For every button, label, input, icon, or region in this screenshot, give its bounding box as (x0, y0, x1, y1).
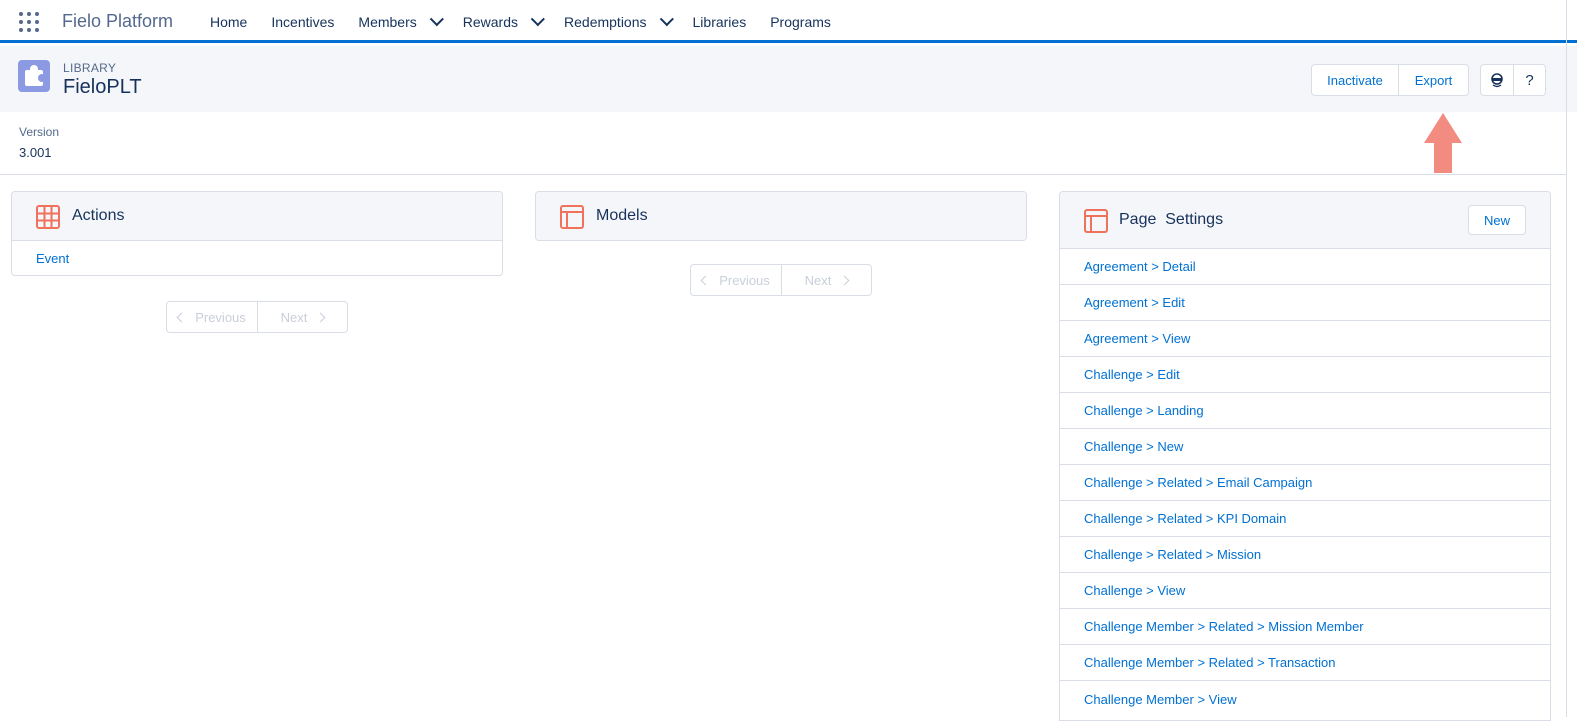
layout-icon (560, 205, 584, 229)
nav-item-incentives[interactable]: Incentives (271, 0, 334, 43)
list-item-label[interactable]: Challenge > Related > KPI Domain (1084, 511, 1286, 526)
nav-item-label: Incentives (271, 13, 335, 30)
list-item[interactable]: Agreement > Detail (1060, 249, 1550, 285)
page-settings-card: Page Settings New Agreement > Detail Agr… (1059, 191, 1551, 721)
previous-button[interactable]: Previous (167, 302, 257, 332)
layout-icon (1084, 209, 1108, 233)
list-item-label[interactable]: Agreement > View (1084, 331, 1190, 346)
nav-item-label: Home (210, 13, 248, 30)
chevron-left-icon (176, 312, 187, 322)
nav-item-label: Members (358, 13, 417, 30)
nav-item-label: Rewards (462, 13, 519, 30)
list-item-label[interactable]: Challenge > Edit (1084, 367, 1180, 382)
grid-icon (36, 205, 60, 229)
nav-item-home[interactable]: Home (210, 0, 247, 43)
record-title: FieloPLT (63, 76, 142, 98)
actions-card: Actions Event (11, 191, 503, 276)
card-title: Models (596, 207, 648, 224)
nav-item-libraries[interactable]: Libraries (693, 0, 747, 43)
list-item-label[interactable]: Challenge Member > Related > Transaction (1084, 655, 1335, 670)
list-item-label[interactable]: Challenge > New (1084, 439, 1183, 454)
object-type-label: LIBRARY (63, 61, 117, 75)
new-button[interactable]: New (1468, 205, 1526, 235)
nav-item-label: Programs (770, 13, 831, 30)
chevron-right-icon (315, 312, 326, 322)
puzzle-icon (18, 60, 50, 92)
page-settings-list: Agreement > Detail Agreement > Edit Agre… (1060, 249, 1550, 717)
header-icon-buttons: ? (1480, 64, 1546, 96)
list-item-label[interactable]: Challenge > View (1084, 583, 1185, 598)
list-item[interactable]: Challenge > Edit (1060, 357, 1550, 393)
list-item[interactable]: Challenge > Related > Email Campaign (1060, 465, 1550, 501)
nav-item-programs[interactable]: Programs (770, 0, 831, 43)
top-navigation: Fielo Platform Home Incentives Members R… (0, 0, 1577, 43)
list-item-label[interactable]: Challenge > Related > Email Campaign (1084, 475, 1312, 490)
next-button[interactable]: Next (257, 302, 347, 332)
list-item-label[interactable]: Event (36, 251, 69, 266)
nav-item-members[interactable]: Members (358, 0, 444, 43)
models-pager: Previous Next (690, 264, 872, 296)
export-button[interactable]: Export (1399, 65, 1468, 95)
record-header: LIBRARY FieloPLT Inactivate Export ? (0, 46, 1577, 112)
list-item[interactable]: Challenge Member > Related > Transaction (1060, 645, 1550, 681)
page-right-border (1566, 0, 1567, 717)
list-item-label[interactable]: Agreement > Edit (1084, 295, 1185, 310)
previous-label: Previous (719, 272, 770, 288)
previous-button[interactable]: Previous (691, 265, 781, 295)
actions-pager: Previous Next (166, 301, 348, 333)
list-item[interactable]: Agreement > Edit (1060, 285, 1550, 321)
header-actions: Inactivate Export (1311, 64, 1469, 96)
list-item-label[interactable]: Challenge > Related > Mission (1084, 547, 1261, 562)
list-item[interactable]: Challenge > View (1060, 573, 1550, 609)
card-title: Page Settings (1119, 211, 1224, 228)
list-item[interactable]: Challenge > Related > Mission (1060, 537, 1550, 573)
list-item-label[interactable]: Challenge > Landing (1084, 403, 1204, 418)
list-item[interactable]: Challenge > New (1060, 429, 1550, 465)
app-launcher-icon[interactable] (19, 12, 39, 32)
card-header: Actions (12, 192, 502, 241)
app-name: Fielo Platform (62, 11, 174, 31)
chevron-left-icon (700, 275, 711, 285)
agent-icon[interactable] (1481, 65, 1513, 95)
list-item[interactable]: Event (12, 241, 502, 275)
chevron-down-icon[interactable] (530, 11, 545, 26)
previous-label: Previous (195, 309, 246, 325)
chevron-down-icon[interactable] (659, 11, 674, 26)
list-item-label[interactable]: Agreement > Detail (1084, 259, 1196, 274)
nav-item-label: Redemptions (564, 13, 647, 30)
card-title: Actions (72, 207, 125, 224)
list-item[interactable]: Challenge > Landing (1060, 393, 1550, 429)
next-label: Next (804, 272, 832, 288)
card-header: Page Settings New (1060, 192, 1550, 249)
card-header: Models (536, 192, 1026, 240)
list-item-label[interactable]: Challenge Member > View (1084, 692, 1237, 707)
list-item[interactable]: Challenge Member > View (1060, 681, 1550, 717)
models-card: Models (535, 191, 1027, 241)
list-item-label[interactable]: Challenge Member > Related > Mission Mem… (1084, 619, 1364, 634)
version-label: Version (19, 125, 60, 139)
nav-items: Home Incentives Members Rewards Redempti… (210, 0, 855, 43)
next-label: Next (280, 309, 308, 325)
nav-item-redemptions[interactable]: Redemptions (564, 0, 674, 43)
list-item[interactable]: Challenge > Related > KPI Domain (1060, 501, 1550, 537)
list-item[interactable]: Challenge Member > Related > Mission Mem… (1060, 609, 1550, 645)
nav-item-label: Libraries (692, 13, 747, 30)
chevron-right-icon (839, 275, 850, 285)
next-button[interactable]: Next (781, 265, 871, 295)
chevron-down-icon[interactable] (429, 11, 444, 26)
help-button[interactable]: ? (1513, 65, 1545, 95)
inactivate-button[interactable]: Inactivate (1312, 65, 1399, 95)
list-item[interactable]: Agreement > View (1060, 321, 1550, 357)
version-value: 3.001 (19, 145, 52, 160)
nav-item-rewards[interactable]: Rewards (462, 0, 545, 43)
details-section: Version 3.001 (0, 112, 1567, 175)
